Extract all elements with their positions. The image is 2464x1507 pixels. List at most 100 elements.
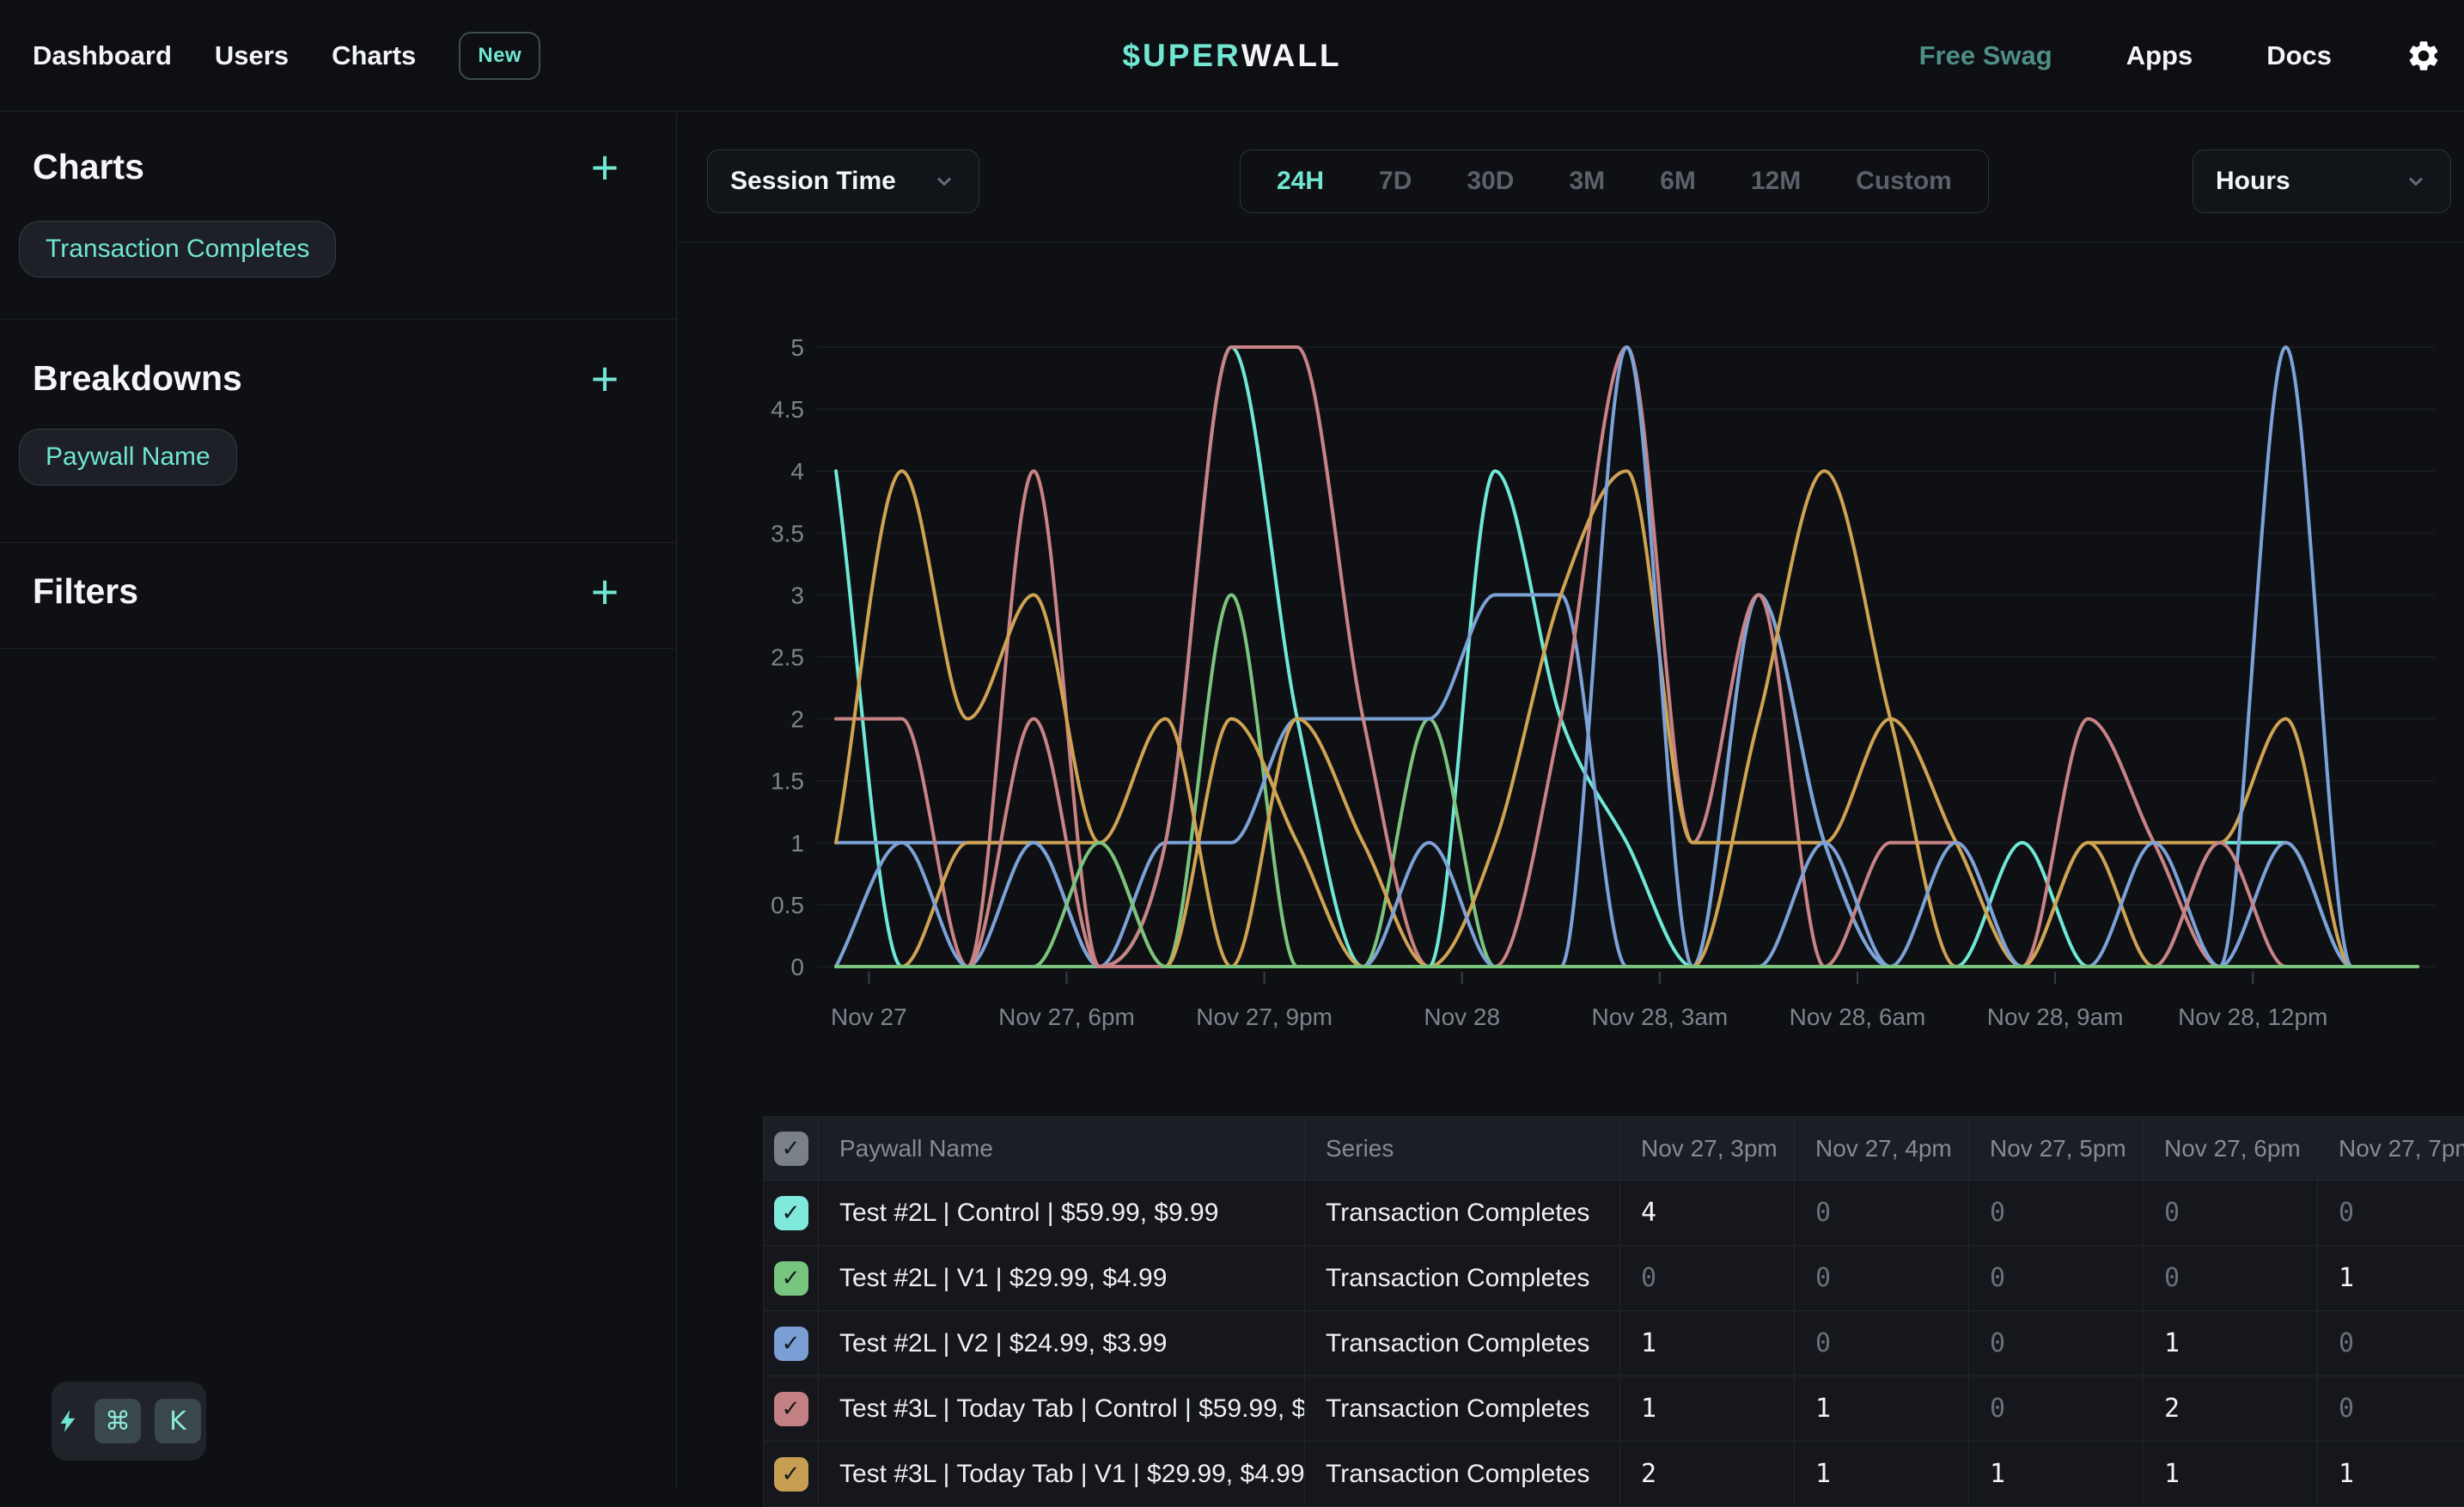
value-cell: 1	[1969, 1442, 2144, 1506]
nav-link-apps[interactable]: Apps	[2126, 40, 2193, 71]
metric-select[interactable]: Session Time	[707, 149, 979, 213]
sidebar-divider	[0, 319, 677, 320]
new-badge: New	[459, 32, 540, 80]
svg-text:Nov 28, 6am: Nov 28, 6am	[1790, 1004, 1926, 1030]
value-cell: 0	[2144, 1246, 2318, 1310]
settings-gear-icon[interactable]	[2406, 38, 2442, 74]
value-cell: 0	[2318, 1181, 2464, 1245]
svg-text:2: 2	[790, 706, 804, 733]
svg-text:Nov 28, 3am: Nov 28, 3am	[1591, 1004, 1728, 1030]
col-header-time-2: Nov 27, 5pm	[1969, 1117, 2144, 1180]
value-cell: 0	[1969, 1376, 2144, 1441]
col-header-paywall-name: Paywall Name	[819, 1117, 1305, 1180]
add-filter-button[interactable]: +	[583, 571, 626, 613]
svg-text:0: 0	[790, 954, 804, 980]
transactions-chart[interactable]: 00.511.522.533.544.55Nov 27Nov 27, 6pmNo…	[713, 284, 2440, 1061]
value-cell: 1	[2318, 1246, 2464, 1310]
value-cell: 1	[1795, 1442, 1969, 1506]
col-header-time-3: Nov 27, 6pm	[2144, 1117, 2318, 1180]
table-row: ✓ Test #2L | V2 | $24.99, $3.99 Transact…	[764, 1310, 2464, 1376]
value-cell: 1	[2144, 1311, 2318, 1376]
breakdown-table: ✓ Paywall Name Series Nov 27, 3pm Nov 27…	[763, 1116, 2464, 1507]
controls-divider	[678, 241, 2464, 242]
nav-link-free-swag[interactable]: Free Swag	[1919, 40, 2052, 71]
svg-text:5: 5	[790, 334, 804, 361]
row-checkbox[interactable]: ✓	[774, 1327, 808, 1361]
breakdown-pill-paywall-name[interactable]: Paywall Name	[19, 429, 237, 485]
row-checkbox[interactable]: ✓	[774, 1196, 808, 1230]
value-cell: 0	[1795, 1246, 1969, 1310]
logo-accent-text: $UPER	[1122, 38, 1241, 74]
sidebar-heading-charts: Charts	[33, 147, 144, 187]
unit-select[interactable]: Hours	[2193, 149, 2451, 213]
sidebar-divider	[0, 648, 677, 649]
chevron-down-icon	[932, 169, 956, 193]
unit-select-value: Hours	[2216, 167, 2290, 196]
row-checkbox[interactable]: ✓	[774, 1392, 808, 1426]
value-cell: 0	[1795, 1311, 1969, 1376]
sidebar: Charts + Transaction Completes Breakdown…	[0, 113, 677, 1488]
svg-text:Nov 27: Nov 27	[831, 1004, 907, 1030]
col-header-time-4: Nov 27, 7pm	[2318, 1117, 2464, 1180]
value-cell: 0	[1969, 1311, 2144, 1376]
series-cell: Transaction Completes	[1305, 1442, 1620, 1506]
chevron-down-icon	[2404, 169, 2428, 193]
add-breakdown-button[interactable]: +	[583, 358, 626, 400]
range-12m[interactable]: 12M	[1723, 167, 1828, 196]
svg-text:Nov 27, 6pm: Nov 27, 6pm	[998, 1004, 1135, 1030]
range-30d[interactable]: 30D	[1439, 167, 1541, 196]
value-cell: 2	[2144, 1376, 2318, 1441]
value-cell: 1	[2144, 1442, 2318, 1506]
value-cell: 1	[1620, 1311, 1795, 1376]
nav-link-dashboard[interactable]: Dashboard	[33, 40, 172, 71]
table-row: ✓ Test #3L | Today Tab | V1 | $29.99, $4…	[764, 1441, 2464, 1506]
svg-text:0.5: 0.5	[771, 892, 804, 918]
series-cell: Transaction Completes	[1305, 1181, 1620, 1245]
value-cell: 0	[2144, 1181, 2318, 1245]
table-header-row: ✓ Paywall Name Series Nov 27, 3pm Nov 27…	[764, 1117, 2464, 1180]
svg-text:3: 3	[790, 582, 804, 608]
command-palette-shortcut[interactable]: ⌘ K	[52, 1382, 206, 1461]
series-cell: Transaction Completes	[1305, 1311, 1620, 1376]
svg-text:Nov 27, 9pm: Nov 27, 9pm	[1196, 1004, 1333, 1030]
series-cell: Transaction Completes	[1305, 1246, 1620, 1310]
col-header-series: Series	[1305, 1117, 1620, 1180]
value-cell: 1	[2318, 1442, 2464, 1506]
range-custom[interactable]: Custom	[1828, 167, 1979, 196]
row-checkbox[interactable]: ✓	[774, 1457, 808, 1492]
select-all-checkbox[interactable]: ✓	[774, 1132, 808, 1166]
value-cell: 0	[1620, 1246, 1795, 1310]
superwall-logo[interactable]: $UPERWALL	[1122, 0, 1341, 112]
k-key: K	[155, 1399, 201, 1443]
svg-text:1.5: 1.5	[771, 768, 804, 795]
value-cell: 0	[2318, 1311, 2464, 1376]
chart-pill-transaction-completes[interactable]: Transaction Completes	[19, 221, 336, 278]
table-row: ✓ Test #3L | Today Tab | Control | $59.9…	[764, 1376, 2464, 1441]
value-cell: 1	[1620, 1376, 1795, 1441]
range-6m[interactable]: 6M	[1632, 167, 1723, 196]
svg-text:1: 1	[790, 830, 804, 857]
chart-canvas[interactable]: 00.511.522.533.544.55Nov 27Nov 27, 6pmNo…	[713, 284, 2440, 1061]
add-chart-button[interactable]: +	[583, 147, 626, 188]
value-cell: 0	[1969, 1246, 2144, 1310]
range-7d[interactable]: 7D	[1351, 167, 1439, 196]
sidebar-heading-breakdowns: Breakdowns	[33, 358, 242, 399]
value-cell: 0	[2318, 1376, 2464, 1441]
range-24h[interactable]: 24H	[1249, 167, 1351, 196]
row-checkbox[interactable]: ✓	[774, 1261, 808, 1296]
logo-rest-text: WALL	[1241, 38, 1342, 74]
sidebar-heading-filters: Filters	[33, 571, 138, 612]
paywall-name-cell: Test #2L | V2 | $24.99, $3.99	[819, 1311, 1305, 1376]
lightning-bolt-icon	[57, 1404, 81, 1438]
value-cell: 2	[1620, 1442, 1795, 1506]
nav-right: Free Swag Apps Docs	[1919, 0, 2442, 112]
value-cell: 4	[1620, 1181, 1795, 1245]
paywall-name-cell: Test #3L | Today Tab | Control | $59.99,…	[819, 1376, 1305, 1441]
range-3m[interactable]: 3M	[1541, 167, 1632, 196]
nav-link-charts[interactable]: Charts	[332, 40, 416, 71]
nav-link-docs[interactable]: Docs	[2266, 40, 2332, 71]
cmd-key: ⌘	[95, 1399, 141, 1443]
paywall-name-cell: Test #2L | Control | $59.99, $9.99	[819, 1181, 1305, 1245]
value-cell: 0	[1795, 1181, 1969, 1245]
nav-link-users[interactable]: Users	[215, 40, 289, 71]
